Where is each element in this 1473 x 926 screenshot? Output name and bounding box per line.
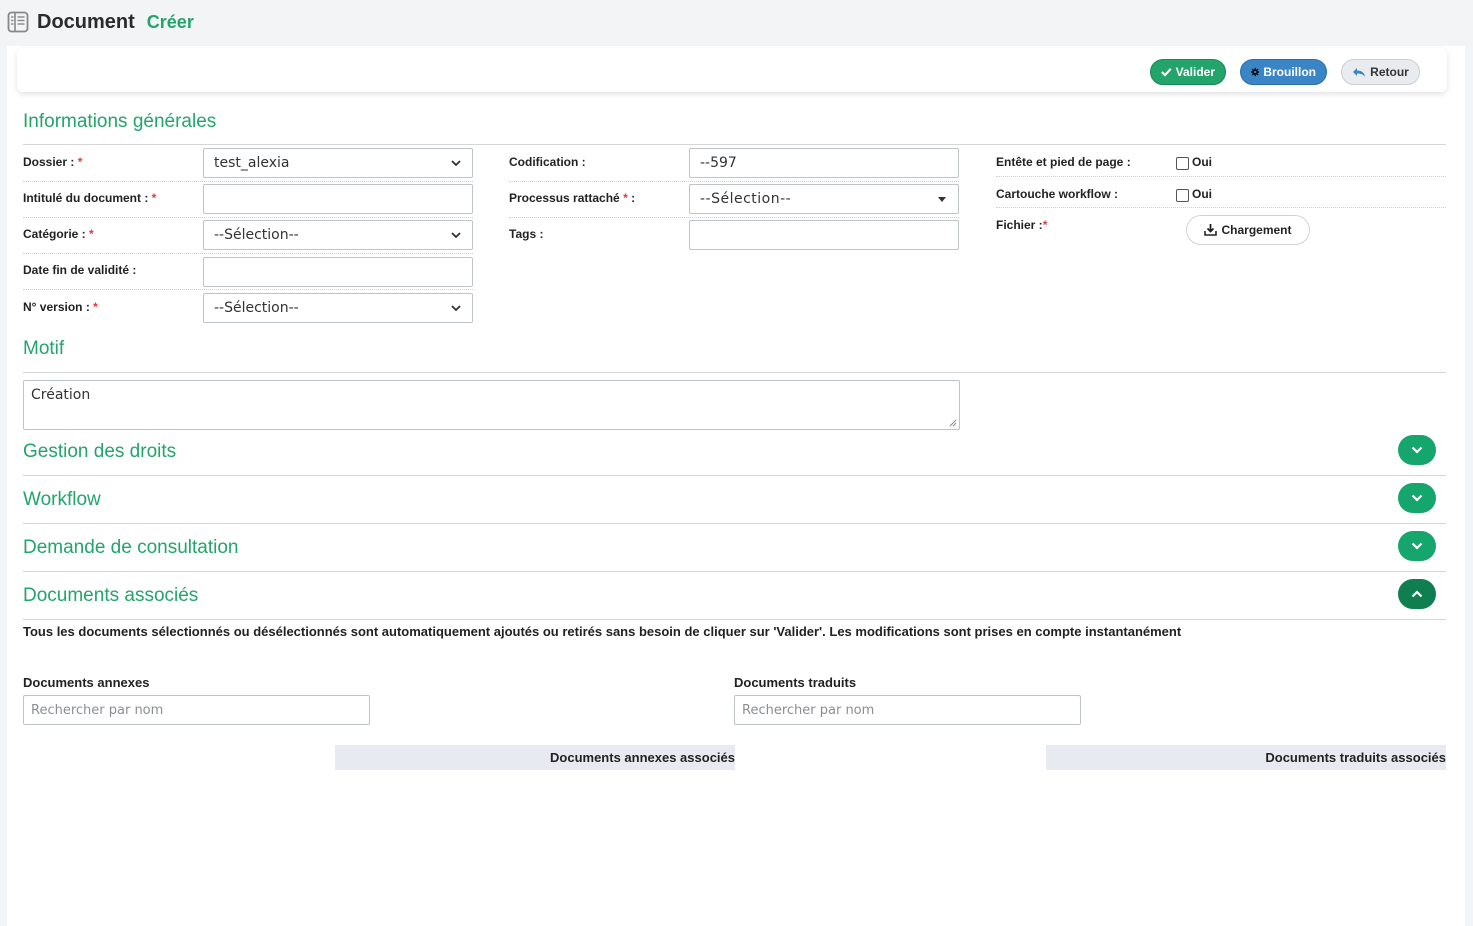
section-title-associes: Documents associés [23,585,199,606]
valider-button[interactable]: Valider [1150,59,1226,85]
divider [23,619,1446,620]
page-header: Document Créer [7,8,194,36]
version-select[interactable]: --Sélection-- [203,293,473,323]
droits-expand-toggle[interactable] [1398,435,1436,465]
row-divider [996,207,1446,208]
tags-label: Tags : [509,227,544,241]
traduits-search-input[interactable]: Rechercher par nom [734,695,1081,725]
row-divider [996,176,1446,177]
divider [23,475,1446,476]
fichier-label: Fichier :* [996,218,1048,232]
traduits-table-header-label: Documents traduits associés [1265,750,1446,765]
chevron-down-icon [1411,494,1423,502]
annexes-search-input[interactable]: Rechercher par nom [23,695,370,725]
consultation-expand-toggle[interactable] [1398,531,1436,561]
divider [23,144,1446,145]
page-title: Document [37,10,135,33]
tags-input[interactable] [689,220,959,250]
intitule-input[interactable] [203,184,473,214]
chevron-down-icon [451,160,461,167]
codification-label: Codification : [509,155,586,169]
row-divider [23,253,473,254]
dossier-select[interactable]: test_alexia [203,148,473,178]
chevron-down-icon [451,232,461,239]
retour-label: Retour [1370,65,1409,79]
date-fin-label: Date fin de validité : [23,263,137,277]
resize-grip-icon[interactable] [949,419,957,427]
row-divider [23,181,473,182]
chevron-down-icon [1411,542,1423,550]
row-divider [509,217,959,218]
version-label: N° version : * [23,300,98,314]
page-subtitle: Créer [146,11,194,32]
annexes-label: Documents annexes [23,675,150,690]
valider-label: Valider [1175,65,1215,79]
cartouche-checkbox[interactable] [1176,189,1189,202]
row-divider [23,217,473,218]
section-title-motif: Motif [23,338,65,359]
dossier-label: Dossier : * [23,155,83,169]
entete-checkbox[interactable] [1176,157,1189,170]
cartouche-label: Cartouche workflow : [996,187,1119,201]
brouillon-label: Brouillon [1263,65,1316,79]
row-divider [23,289,473,290]
chargement-button[interactable]: Chargement [1186,215,1310,245]
annexes-table-header-label: Documents annexes associés [550,750,735,765]
brouillon-button[interactable]: Brouillon [1240,59,1327,85]
check-icon [1161,68,1172,77]
divider [23,372,1446,373]
associes-notice: Tous les documents sélectionnés ou désél… [23,624,1182,639]
section-title-droits: Gestion des droits [23,441,177,462]
section-title-consultation: Demande de consultation [23,537,239,558]
book-icon [7,11,29,33]
chargement-label: Chargement [1221,223,1292,237]
divider [23,571,1446,572]
codification-input[interactable]: --597 [689,148,959,178]
entete-option-label: Oui [1192,155,1212,169]
caret-down-icon [938,197,946,202]
intitule-label: Intitulé du document : * [23,191,157,205]
main-panel: Valider Brouillon Retour Informations gé… [7,46,1465,926]
row-divider [509,181,959,182]
date-fin-input[interactable] [203,257,473,287]
retour-button[interactable]: Retour [1341,59,1420,85]
gear-icon [1251,67,1260,77]
processus-label: Processus rattaché * : [509,191,636,205]
reply-icon [1353,67,1366,77]
entete-label: Entête et pied de page : [996,155,1131,169]
associes-collapse-toggle[interactable] [1398,579,1436,609]
section-title-workflow: Workflow [23,489,101,510]
chevron-down-icon [451,305,461,312]
annexes-table-header: Documents annexes associés [335,745,735,770]
divider [23,523,1446,524]
chevron-up-icon [1411,590,1423,598]
motif-textarea[interactable]: Création [23,380,960,430]
workflow-expand-toggle[interactable] [1398,483,1436,513]
categorie-label: Catégorie : * [23,227,94,241]
download-icon [1204,224,1218,236]
section-title-info: Informations générales [23,111,217,132]
traduits-table-header: Documents traduits associés [1046,745,1446,770]
chevron-down-icon [1411,446,1423,454]
categorie-select[interactable]: --Sélection-- [203,220,473,250]
action-toolbar: Valider Brouillon Retour [17,48,1447,92]
cartouche-option-label: Oui [1192,187,1212,201]
traduits-label: Documents traduits [734,675,857,690]
processus-select[interactable]: --Sélection-- [689,184,959,214]
